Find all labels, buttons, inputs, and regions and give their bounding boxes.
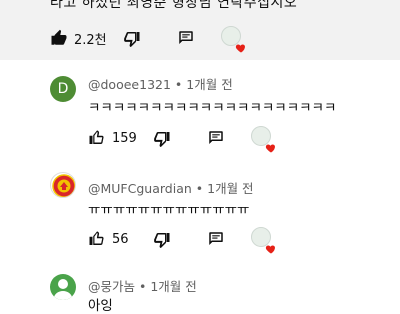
creator-heart-icon — [250, 126, 275, 153]
creator-heart-icon — [250, 227, 275, 254]
comment-author[interactable]: @dooee1321 — [88, 77, 171, 92]
like-count: 2.2천 — [74, 32, 107, 48]
heart-icon — [265, 144, 275, 153]
comment-time: 1개월 전 — [186, 77, 233, 92]
reply-comment-icon[interactable] — [207, 230, 225, 248]
comment-meta: @MUFCguardian • 1개월 전 — [88, 178, 254, 197]
comment-text: 아잉 — [88, 298, 113, 314]
avatar[interactable] — [50, 274, 76, 300]
top-comment-block: 라고 하셨던 최영준 형장님 연락주십시오 2.2천 — [0, 0, 400, 60]
avatar-letter: D — [57, 81, 69, 97]
meta-separator: • — [195, 181, 204, 196]
comment-time: 1개월 전 — [207, 181, 254, 196]
reply-comment-icon[interactable] — [177, 29, 195, 47]
heart-icon — [235, 44, 245, 53]
thumbs-up-icon[interactable] — [88, 129, 106, 147]
comment-item: @뭉가놈 • 1개월 전 아잉 — [0, 262, 400, 314]
creator-heart-icon — [220, 26, 245, 53]
meta-separator: • — [139, 279, 147, 294]
comment-author[interactable]: @MUFCguardian — [88, 181, 192, 196]
comment-text: ㅠㅠㅠㅠㅠㅠㅠㅠㅠㅠㅠㅠㅠ — [88, 202, 250, 218]
top-comment-actions: 2.2천 — [50, 26, 245, 53]
top-comment-text: 라고 하셨던 최영준 형장님 연락주십시오 — [50, 0, 298, 11]
comment-item: @MUFCguardian • 1개월 전 ㅠㅠㅠㅠㅠㅠㅠㅠㅠㅠㅠㅠㅠ 56 — [0, 160, 400, 260]
thumbs-down-icon[interactable] — [153, 129, 171, 147]
thumbs-down-icon[interactable] — [123, 29, 141, 47]
person-silhouette-icon — [53, 279, 73, 300]
meta-separator: • — [174, 77, 183, 92]
club-crest-icon — [52, 174, 75, 197]
reply-comment-icon[interactable] — [207, 129, 225, 147]
comment-meta: @dooee1321 • 1개월 전 — [88, 74, 233, 93]
comment-actions: 159 — [88, 126, 275, 153]
comment-item: D @dooee1321 • 1개월 전 ㅋㅋㅋㅋㅋㅋㅋㅋㅋㅋㅋㅋㅋㅋㅋㅋㅋㅋㅋ… — [0, 60, 400, 155]
comment-actions: 56 — [88, 227, 275, 254]
comment-text: ㅋㅋㅋㅋㅋㅋㅋㅋㅋㅋㅋㅋㅋㅋㅋㅋㅋㅋㅋㅋ — [88, 100, 337, 116]
comment-author[interactable]: @뭉가놈 — [88, 279, 135, 294]
thumbs-up-icon[interactable] — [88, 230, 106, 248]
avatar[interactable] — [50, 172, 76, 198]
comment-meta: @뭉가놈 • 1개월 전 — [88, 276, 197, 295]
comment-time: 1개월 전 — [150, 279, 197, 294]
thumbs-up-icon[interactable] — [50, 29, 68, 47]
like-count: 159 — [112, 130, 137, 146]
like-count: 56 — [112, 231, 129, 247]
thumbs-down-icon[interactable] — [153, 230, 171, 248]
heart-icon — [265, 245, 275, 254]
avatar[interactable]: D — [50, 76, 76, 102]
